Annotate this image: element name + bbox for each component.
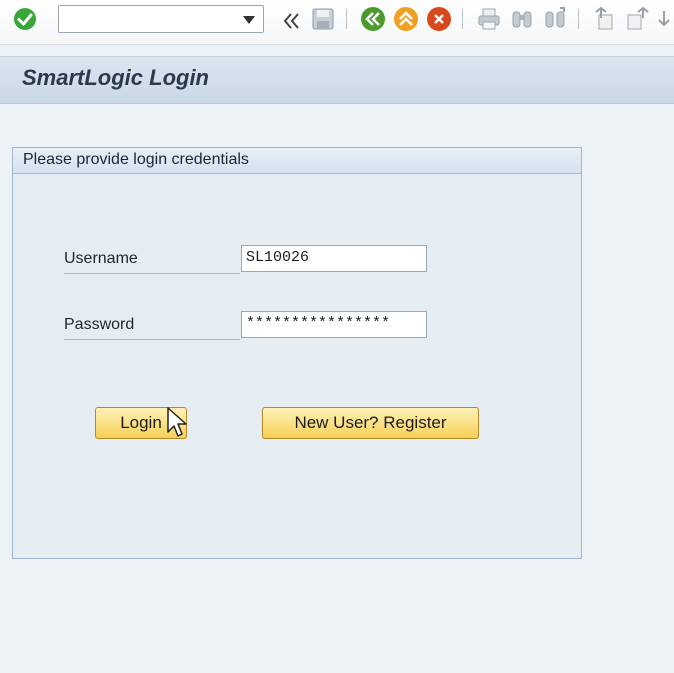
exit-icon[interactable] bbox=[393, 6, 419, 32]
system-toolbar bbox=[0, 0, 674, 45]
toolbar-separator bbox=[346, 9, 347, 29]
group-header: Please provide login credentials bbox=[13, 148, 581, 174]
enter-check-icon[interactable] bbox=[12, 6, 38, 32]
mouse-pointer-icon bbox=[165, 406, 189, 440]
find-next-icon[interactable] bbox=[542, 6, 568, 32]
register-button[interactable]: New User? Register bbox=[262, 407, 479, 439]
login-credentials-group: Please provide login credentials bbox=[12, 147, 582, 559]
screen-title-bar: SmartLogic Login bbox=[0, 56, 674, 104]
command-field[interactable] bbox=[58, 5, 264, 33]
cancel-icon[interactable] bbox=[426, 6, 452, 32]
first-page-icon[interactable] bbox=[592, 6, 618, 32]
collapse-toolbar-icon[interactable] bbox=[278, 8, 304, 34]
save-icon[interactable] bbox=[310, 6, 336, 32]
password-field[interactable]: **************** bbox=[241, 311, 427, 338]
next-page-icon[interactable] bbox=[654, 6, 674, 32]
toolbar-separator bbox=[462, 9, 463, 29]
back-icon[interactable] bbox=[360, 6, 386, 32]
toolbar-separator bbox=[578, 9, 579, 29]
page-title: SmartLogic Login bbox=[22, 65, 209, 90]
username-field[interactable]: SL10026 bbox=[241, 245, 427, 272]
group-title: Please provide login credentials bbox=[23, 151, 249, 168]
password-label: Password bbox=[64, 316, 240, 340]
username-label: Username bbox=[64, 250, 240, 274]
command-dropdown-icon[interactable] bbox=[243, 16, 255, 24]
print-icon[interactable] bbox=[476, 6, 502, 32]
previous-page-icon[interactable] bbox=[624, 6, 650, 32]
find-icon[interactable] bbox=[509, 6, 535, 32]
